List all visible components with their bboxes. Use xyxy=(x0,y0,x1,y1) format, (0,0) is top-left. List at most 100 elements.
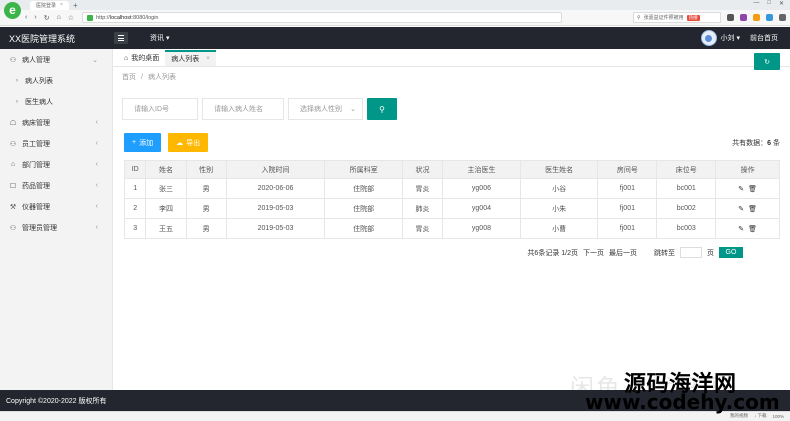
edit-icon[interactable]: ✎ xyxy=(738,186,744,193)
cloud-icon: ☁ xyxy=(176,139,184,147)
user-name: 小刘 ▾ xyxy=(720,35,740,42)
action-row: + 添加 ☁ 导出 共有数据：6 条 xyxy=(124,133,780,152)
tab-desktop[interactable]: ⌂ 我的桌面 xyxy=(118,50,165,66)
extension-icon[interactable] xyxy=(753,14,760,21)
minimize-icon[interactable]: — xyxy=(753,0,759,7)
table-cell: bc003 xyxy=(656,218,717,239)
extension-icon[interactable] xyxy=(766,14,773,21)
search-form: 请输入ID号 请输入病人姓名 选择病人性别 ⌄ ⚲ xyxy=(122,98,397,120)
user-menu[interactable]: 小刘 ▾ xyxy=(700,30,740,46)
table-cell: 2 xyxy=(123,198,147,219)
url-input[interactable]: http://localhost:8080/login xyxy=(82,12,563,23)
edit-icon[interactable]: ✎ xyxy=(738,206,744,213)
news-menu[interactable]: 资讯 ▾ xyxy=(150,33,169,43)
header-right: 小刘 ▾ 前台首页 xyxy=(700,30,778,46)
id-input[interactable]: 请输入ID号 xyxy=(122,98,198,120)
search-icon: ⚲ xyxy=(379,104,385,114)
sidebar: ⚇ 病人管理 ⌄ › 病人列表 › 医生病人 ☖ 病床管理 ‹ ⚇ 员工管理 ‹ ⌂ 部门管理 ‹ ☐ 药品管理 ‹… xyxy=(0,49,113,390)
edit-icon[interactable]: ✎ xyxy=(738,226,744,233)
sidebar-item[interactable]: ⚇ 员工管理 ‹ xyxy=(0,133,112,154)
breadcrumb-home[interactable]: 首页 xyxy=(122,72,136,82)
menu-icon[interactable] xyxy=(779,14,786,21)
chevron-right-icon: › xyxy=(16,98,18,105)
front-page-link[interactable]: 前台首页 xyxy=(750,33,778,43)
chevron-right-icon: › xyxy=(16,77,18,84)
delete-icon[interactable]: 🗑 xyxy=(748,186,757,193)
column-header: 房间号 xyxy=(597,160,658,179)
sidebar-item-label: 管理员管理 xyxy=(22,224,57,232)
go-button[interactable]: GO xyxy=(719,247,743,258)
home-icon[interactable]: ⌂ xyxy=(57,14,61,22)
reload-icon[interactable]: ↻ xyxy=(44,14,50,22)
refresh-button[interactable]: ↻ xyxy=(754,53,780,70)
table-cell: 2019-05-03 xyxy=(225,218,326,239)
table-cell: 住院部 xyxy=(324,178,403,199)
export-button[interactable]: ☁ 导出 xyxy=(168,133,209,152)
scissors-icon[interactable] xyxy=(727,14,734,21)
tab-close-icon[interactable]: × xyxy=(60,2,63,8)
page-jump-input[interactable] xyxy=(680,247,702,258)
sidebar-subitem-label: 病人列表 xyxy=(25,77,53,85)
column-header: ID xyxy=(123,160,147,179)
add-button[interactable]: + 添加 xyxy=(124,133,162,152)
table-cell: 小曹 xyxy=(519,218,599,239)
browser-tab[interactable]: 医院登录 × xyxy=(30,0,69,10)
content-tabs: ⌂ 我的桌面 病人列表 × xyxy=(113,49,790,67)
name-input[interactable]: 请输入病人姓名 xyxy=(202,98,284,120)
column-header: 医生姓名 xyxy=(519,160,599,179)
bookmark-star-icon[interactable]: ☆ xyxy=(68,14,74,22)
table-row: 3 王五男 2019-05-03 住院部 胃炎 yg008 小曹 fj001 bc003 ✎ 🗑 xyxy=(123,218,780,239)
tab-patient-list[interactable]: 病人列表 × xyxy=(165,50,216,66)
table-cell: fj001 xyxy=(597,218,658,239)
table-cell: fj001 xyxy=(597,198,658,219)
search-button[interactable]: ⚲ xyxy=(367,98,397,120)
table-cell: 胃炎 xyxy=(401,218,444,239)
sidebar-item[interactable]: ⌂ 部门管理 ‹ xyxy=(0,154,112,175)
ops-cell: ✎ 🗑 xyxy=(715,198,780,219)
nav-buttons: ‹ › ↻ ⌂ ☆ xyxy=(25,14,74,22)
total-count: 共有数据：6 条 xyxy=(732,139,780,147)
column-header: 床位号 xyxy=(656,160,717,179)
column-header: 状况 xyxy=(401,160,444,179)
delete-icon[interactable]: 🗑 xyxy=(748,206,757,213)
menu-toggle-icon[interactable] xyxy=(114,32,128,44)
browser-search-box[interactable]: ⚲ 张嘉益证件照被用 热搜 xyxy=(633,12,721,23)
sidebar-item[interactable]: ☐ 药品管理 ‹ xyxy=(0,175,112,196)
app-header: XX医院管理系统 资讯 ▾ 小刘 ▾ 前台首页 xyxy=(0,27,790,49)
close-window-icon[interactable]: ✕ xyxy=(779,0,784,7)
delete-icon[interactable]: 🗑 xyxy=(748,226,757,233)
tab-label: 我的桌面 xyxy=(131,55,160,62)
forward-icon[interactable]: › xyxy=(34,14,36,22)
sidebar-subitem[interactable]: › 医生病人 xyxy=(0,91,112,112)
column-header: 所属科室 xyxy=(324,160,403,179)
new-tab-icon[interactable]: + xyxy=(73,1,78,10)
close-icon[interactable]: × xyxy=(206,56,210,62)
sidebar-item[interactable]: ⚒ 仪器管理 ‹ xyxy=(0,196,112,217)
next-page-link[interactable]: 下一页 xyxy=(583,248,604,258)
table-cell: 肺炎 xyxy=(401,198,444,219)
dept-icon: ⌂ xyxy=(10,161,16,168)
gender-select-text: 选择病人性别 xyxy=(300,106,342,113)
maximize-icon[interactable]: □ xyxy=(767,0,771,7)
person-icon: ⚇ xyxy=(9,56,17,64)
sidebar-item[interactable]: ☖ 病床管理 ‹ xyxy=(0,112,112,133)
zoom-level[interactable]: 100% xyxy=(772,414,784,419)
addr-right-tools: ⚲ 张嘉益证件照被用 热搜 xyxy=(633,12,786,23)
sidebar-item[interactable]: ⚇ 管理员管理 ‹ xyxy=(0,217,112,238)
ops-cell: ✎ 🗑 xyxy=(715,218,780,239)
window-controls: — □ ✕ xyxy=(753,0,784,7)
table-cell: 2020-06-06 xyxy=(225,178,326,199)
chevron-icon: ‹ xyxy=(95,203,98,210)
sidebar-item[interactable]: ⚇ 病人管理 ⌄ xyxy=(0,49,112,70)
chevron-icon: ⌄ xyxy=(92,56,98,64)
chevron-icon: ‹ xyxy=(95,182,98,189)
table-cell: 1 xyxy=(123,178,147,199)
gender-select[interactable]: 选择病人性别 ⌄ xyxy=(288,98,363,120)
table-cell: 住院部 xyxy=(324,198,403,219)
last-page-link[interactable]: 最后一页 xyxy=(609,248,637,258)
table-cell: 小谷 xyxy=(519,178,599,199)
sidebar-subitem[interactable]: › 病人列表 xyxy=(0,70,112,91)
extension-icon[interactable] xyxy=(740,14,747,21)
back-icon[interactable]: ‹ xyxy=(25,14,27,22)
sidebar-item-label: 员工管理 xyxy=(22,140,50,148)
